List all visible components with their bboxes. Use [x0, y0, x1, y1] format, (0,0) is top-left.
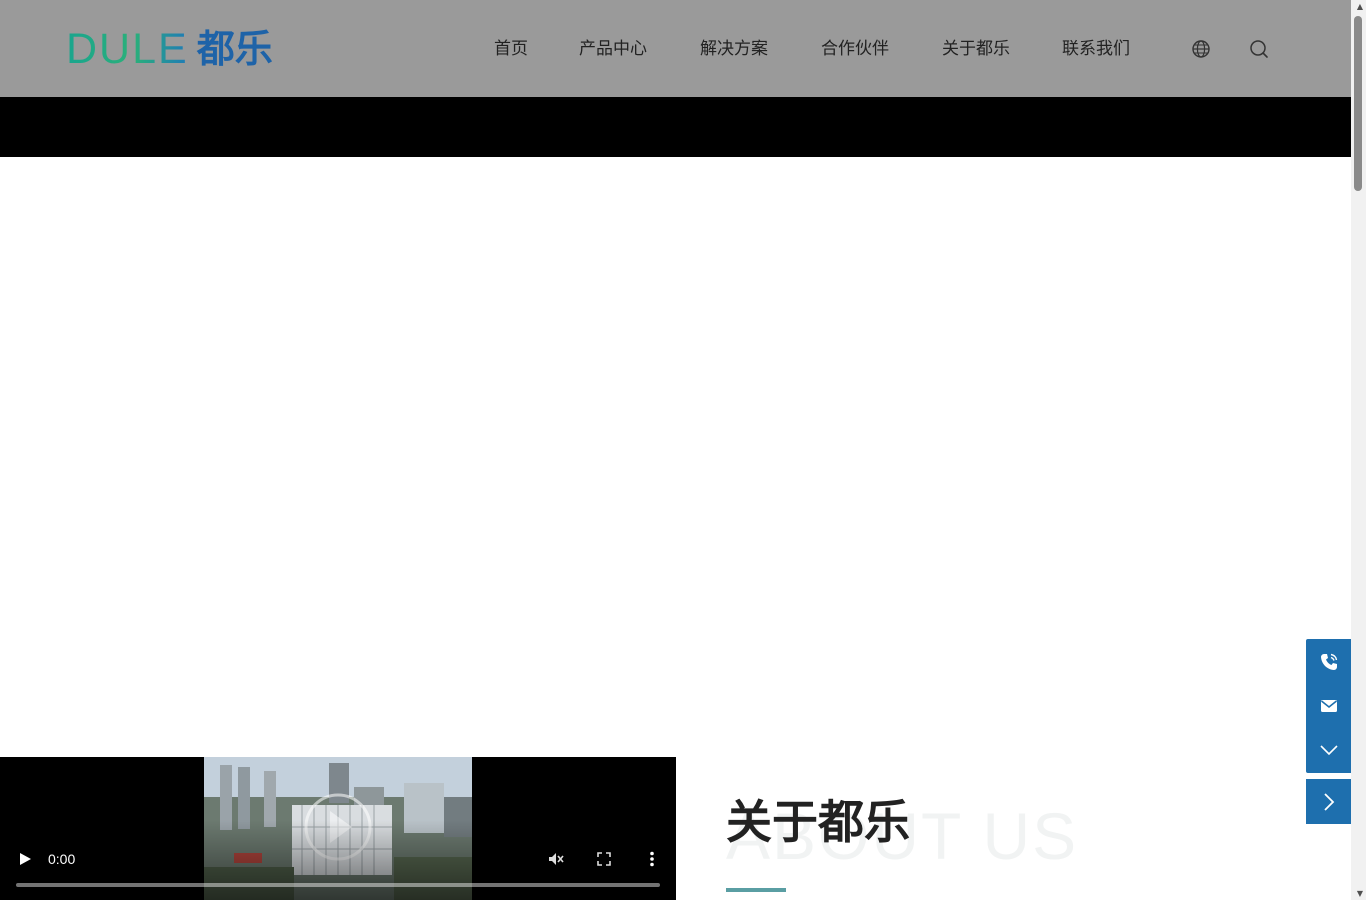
- expand-button[interactable]: [1306, 728, 1351, 772]
- fullscreen-icon[interactable]: [595, 850, 613, 868]
- video-time: 0:00: [48, 851, 76, 867]
- phone-icon: [1320, 653, 1337, 670]
- chevron-right-icon: [1323, 792, 1334, 811]
- hero-banner: [0, 97, 1351, 157]
- nav-products[interactable]: 产品中心: [579, 36, 647, 62]
- video-controls-overlay: [0, 820, 676, 900]
- scroll-thumb[interactable]: [1354, 16, 1362, 191]
- nav-contact[interactable]: 联系我们: [1062, 36, 1130, 62]
- search-icon[interactable]: [1248, 38, 1270, 60]
- next-button[interactable]: [1306, 779, 1351, 824]
- mail-icon: [1320, 700, 1337, 712]
- globe-icon[interactable]: [1190, 38, 1212, 60]
- nav-partners[interactable]: 合作伙伴: [821, 36, 889, 62]
- scroll-down-arrow[interactable]: ▼: [1357, 889, 1363, 898]
- nav-home[interactable]: 首页: [494, 36, 528, 62]
- about-divider: [726, 888, 786, 892]
- video-progress-bar[interactable]: [16, 883, 660, 887]
- scroll-up-arrow[interactable]: ▲: [1357, 2, 1363, 11]
- play-icon[interactable]: [16, 850, 34, 868]
- nav-about[interactable]: 关于都乐: [942, 36, 1010, 62]
- side-contact-bar: [1306, 639, 1351, 773]
- more-options-icon[interactable]: [643, 850, 661, 868]
- email-button[interactable]: [1306, 684, 1351, 728]
- page-scrollbar[interactable]: ▲ ▼: [1351, 0, 1366, 900]
- main-nav: 首页 产品中心 解决方案 合作伙伴 关于都乐 联系我们: [0, 36, 1351, 62]
- chevron-down-icon: [1319, 745, 1338, 756]
- site-header: DULE 都乐 首页 产品中心 解决方案 合作伙伴 关于都乐 联系我们: [0, 0, 1351, 97]
- phone-button[interactable]: [1306, 640, 1351, 684]
- about-title: 关于都乐: [726, 795, 910, 849]
- mute-icon[interactable]: [547, 850, 565, 868]
- nav-solutions[interactable]: 解决方案: [700, 36, 768, 62]
- intro-video[interactable]: 0:00: [0, 757, 676, 900]
